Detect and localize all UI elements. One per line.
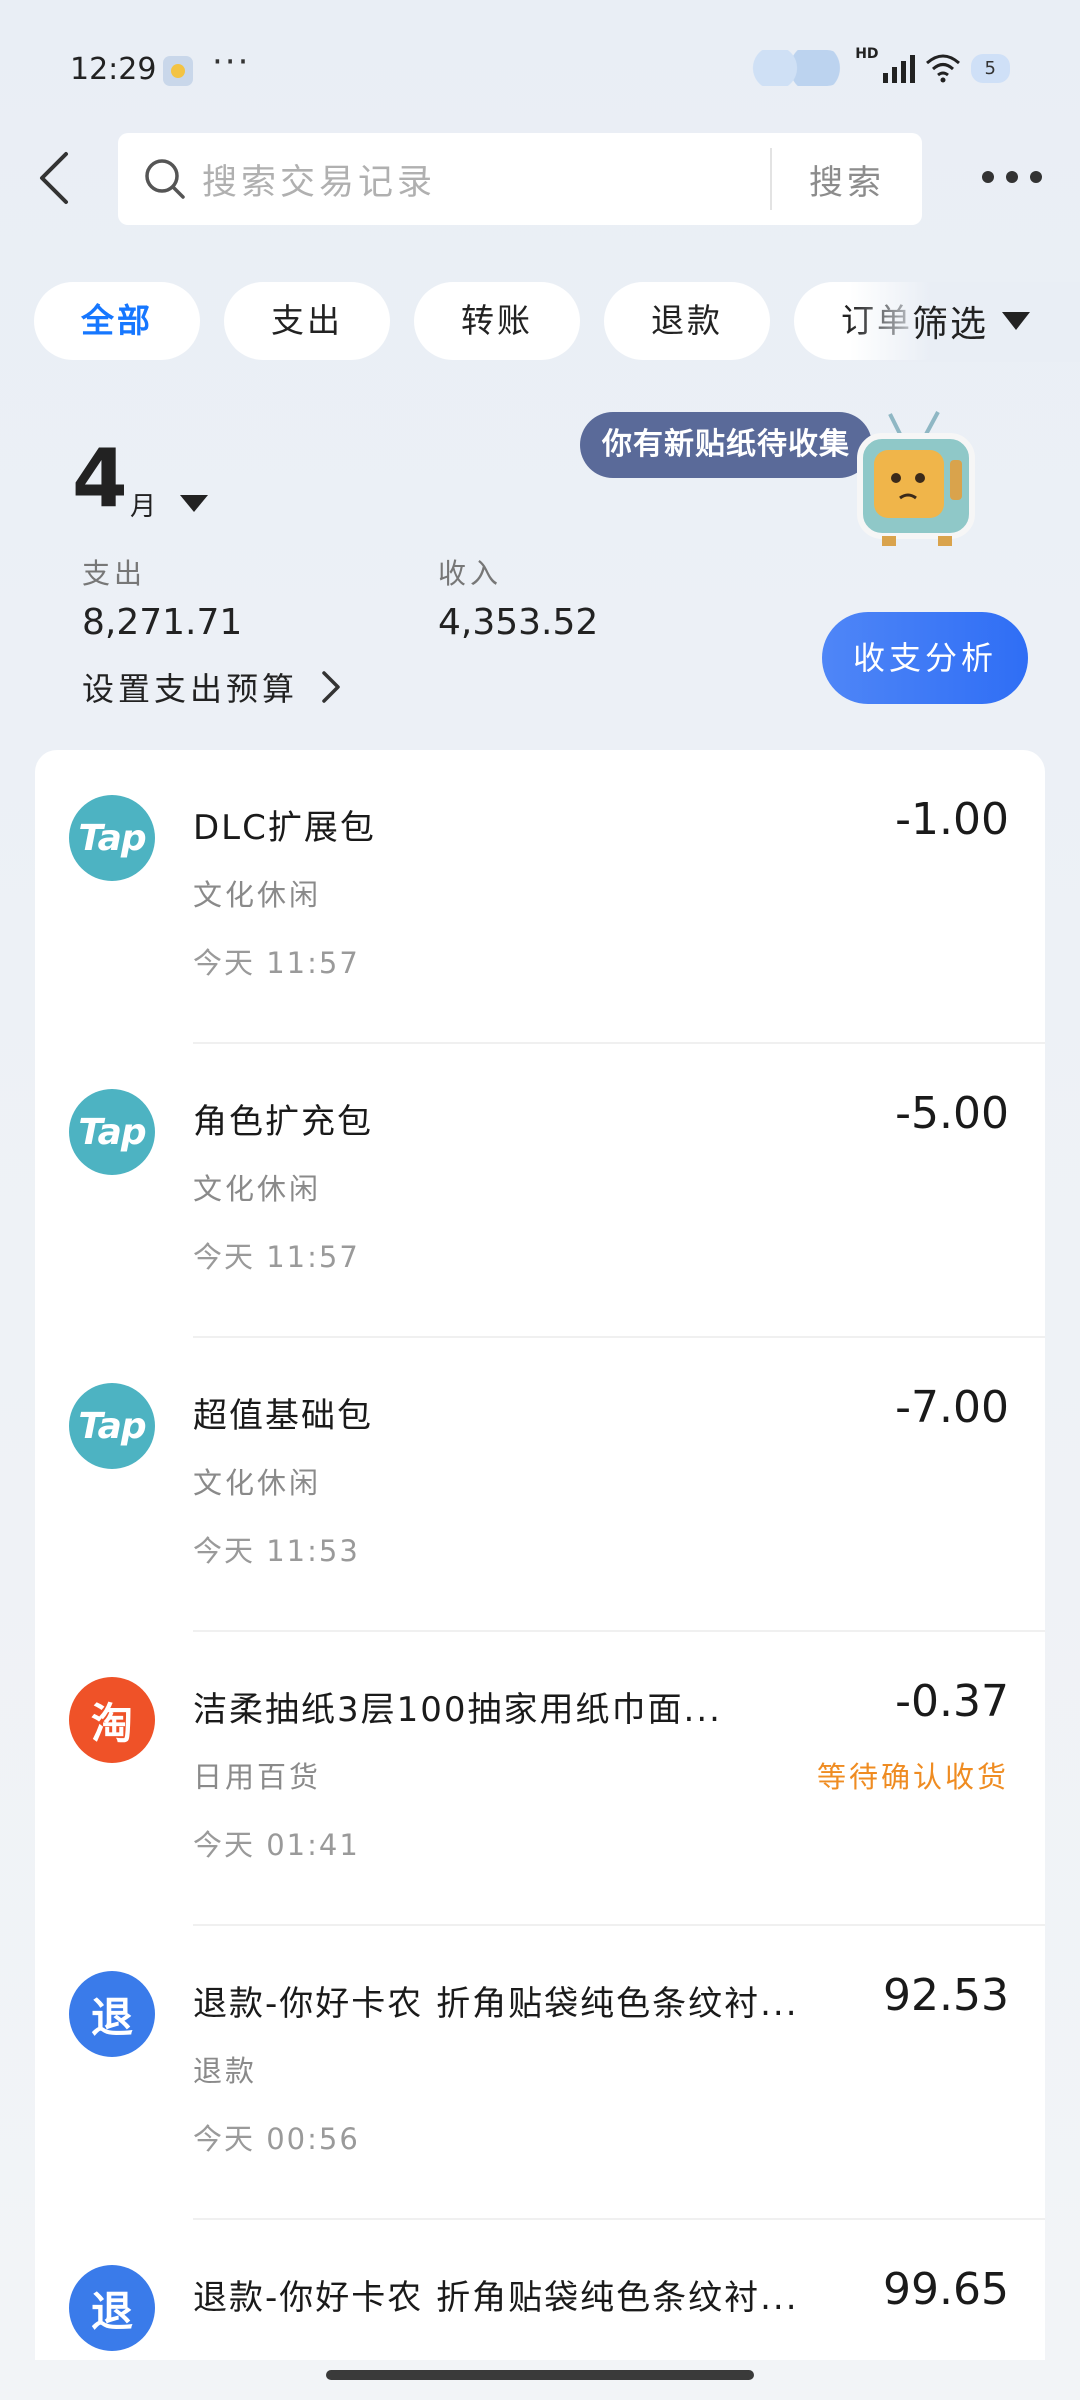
status-indicators: HD 5: [745, 46, 1010, 90]
search-input[interactable]: 搜索交易记录: [202, 154, 770, 205]
budget-label: 设置支出预算: [82, 670, 299, 708]
transaction-title: 洁柔抽纸3层100抽家用纸巾面...: [193, 1690, 722, 1730]
filter-label: 筛选: [912, 304, 989, 345]
transaction-amount: -1.00: [895, 794, 1009, 845]
transaction-row[interactable]: 退 退款-你好卡农 折角贴袋纯色条纹衬... 92.53 退款 今天 00:56: [35, 1926, 1045, 2220]
transaction-row[interactable]: Tap DLC扩展包 -1.00 文化休闲 今天 11:57: [35, 750, 1045, 1044]
expense-label: 支出: [82, 557, 147, 590]
status-bar: 12:29 ··· HD 5: [0, 0, 1080, 140]
cloud-decoration-icon: [745, 50, 846, 86]
signal-icon: [882, 53, 915, 83]
expense-value: 8,271.71: [82, 602, 243, 643]
transaction-time: 今天 00:56: [193, 2122, 360, 2156]
income-value: 4,353.52: [438, 602, 599, 643]
transaction-category: 日用百货: [193, 1760, 322, 1794]
tap-app-icon: Tap: [69, 795, 155, 881]
month-selector-unit[interactable]: 月: [130, 486, 156, 523]
transaction-amount: -0.37: [895, 1676, 1009, 1727]
status-time: 12:29: [70, 52, 157, 87]
transaction-list: Tap DLC扩展包 -1.00 文化休闲 今天 11:57 Tap 角色扩充包…: [35, 750, 1045, 2360]
chip-all[interactable]: 全部: [34, 282, 200, 360]
more-options-icon[interactable]: [982, 162, 1046, 192]
tv-sticker-icon[interactable]: [852, 408, 982, 548]
transaction-title: 退款-你好卡农 折角贴袋纯色条纹衬...: [193, 2278, 799, 2318]
hd-icon: HD: [855, 46, 879, 62]
transaction-row[interactable]: 淘 洁柔抽纸3层100抽家用纸巾面... -0.37 日用百货 等待确认收货 今…: [35, 1632, 1045, 1926]
transaction-amount: -7.00: [895, 1382, 1009, 1433]
search-icon: [145, 159, 185, 199]
tap-app-icon: Tap: [69, 1383, 155, 1469]
transaction-category: 文化休闲: [193, 1172, 322, 1206]
transaction-amount: 92.53: [883, 1970, 1009, 2021]
transaction-row[interactable]: Tap 超值基础包 -7.00 文化休闲 今天 11:53: [35, 1338, 1045, 1632]
transaction-category: 退款: [193, 2054, 258, 2088]
month-caret-down-icon[interactable]: [180, 495, 208, 512]
transaction-amount: 99.65: [883, 2264, 1009, 2315]
more-notifications-icon: ···: [212, 42, 251, 82]
transaction-status: 等待确认收货: [816, 1760, 1009, 1794]
transaction-title: DLC扩展包: [193, 808, 376, 848]
analysis-button[interactable]: 收支分析: [822, 612, 1028, 704]
filter-button[interactable]: 筛选: [912, 296, 1031, 346]
transaction-time: 今天 11:53: [193, 1534, 360, 1568]
back-arrow-icon[interactable]: [34, 148, 74, 208]
transaction-category: 文化休闲: [193, 1466, 322, 1500]
notification-app-icon: [163, 56, 193, 86]
chip-refund[interactable]: 退款: [604, 282, 770, 360]
transaction-time: 今天 01:41: [193, 1828, 360, 1862]
sticker-notice[interactable]: 你有新贴纸待收集: [580, 412, 872, 478]
transaction-title: 角色扩充包: [193, 1102, 373, 1142]
caret-down-icon: [1002, 312, 1031, 330]
transaction-time: 今天 11:57: [193, 1240, 360, 1274]
transaction-title: 退款-你好卡农 折角贴袋纯色条纹衬...: [193, 1984, 799, 2024]
set-budget-link[interactable]: 设置支出预算: [82, 664, 342, 710]
battery-indicator: 5: [970, 53, 1010, 83]
search-bar[interactable]: 搜索交易记录 搜索: [118, 133, 922, 225]
refund-icon: 退: [69, 2265, 155, 2351]
transaction-row[interactable]: Tap 角色扩充包 -5.00 文化休闲 今天 11:57: [35, 1044, 1045, 1338]
chip-expense[interactable]: 支出: [224, 282, 390, 360]
home-indicator[interactable]: [326, 2370, 754, 2380]
chip-transfer[interactable]: 转账: [414, 282, 580, 360]
taobao-icon: 淘: [69, 1677, 155, 1763]
search-button[interactable]: 搜索: [772, 155, 922, 204]
tap-app-icon: Tap: [69, 1089, 155, 1175]
income-label: 收入: [438, 557, 503, 590]
transaction-category: 文化休闲: [193, 878, 322, 912]
transaction-row[interactable]: 退 退款-你好卡农 折角贴袋纯色条纹衬... 99.65: [35, 2220, 1045, 2360]
transaction-amount: -5.00: [895, 1088, 1009, 1139]
refund-icon: 退: [69, 1971, 155, 2057]
wifi-icon: [925, 54, 960, 83]
transaction-title: 超值基础包: [193, 1396, 373, 1436]
month-selector-number[interactable]: 4: [72, 432, 128, 525]
chevron-right-icon: [322, 671, 340, 703]
transaction-time: 今天 11:57: [193, 946, 360, 980]
